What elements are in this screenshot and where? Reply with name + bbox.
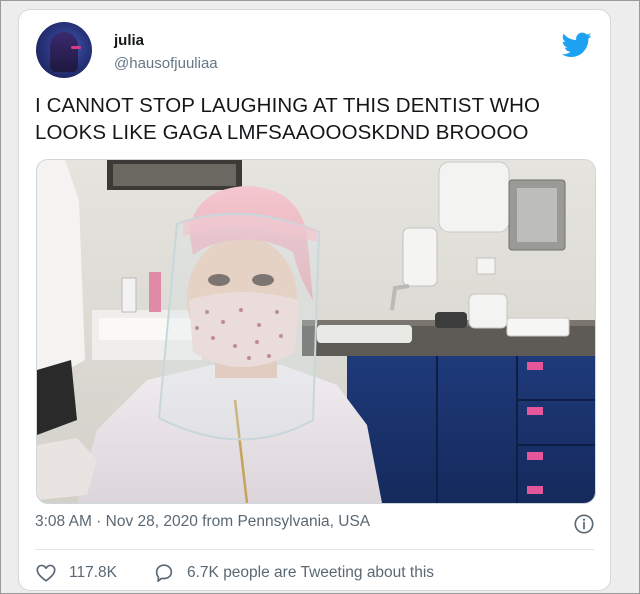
user-handle[interactable]: @hausofjuuliaa <box>114 55 218 72</box>
avatar[interactable] <box>36 22 92 78</box>
screenshot-frame: julia @hausofjuuliaa I CANNOT STOP LAUGH… <box>0 0 640 594</box>
avatar-figure <box>50 32 78 72</box>
like-button[interactable]: 117.8K <box>35 562 117 584</box>
tweeting-about-link[interactable]: 6.7K people are Tweeting about this <box>153 562 434 584</box>
divider <box>35 549 594 550</box>
tweet-actions: 117.8K 6.7K people are Tweeting about th… <box>35 560 594 586</box>
tweet-text: I CANNOT STOP LAUGHING AT THIS DENTIST W… <box>35 92 595 146</box>
tweet-text-line-1: I CANNOT STOP LAUGHING AT THIS DENTIST W… <box>35 94 541 117</box>
avatar-accent <box>71 46 81 49</box>
tweeting-about-text: 6.7K people are Tweeting about this <box>187 564 435 581</box>
speech-bubble-icon <box>155 564 173 583</box>
tweet-text-line-2: LOOKS LIKE GAGA LMFSAAOOOSKDND BROOOO <box>35 121 529 144</box>
info-icon[interactable] <box>573 513 595 535</box>
soap-dispenser <box>402 227 438 287</box>
tweet-header: julia @hausofjuuliaa <box>35 22 594 82</box>
dentist-photo <box>37 160 595 503</box>
tweet-timestamp-source[interactable]: 3:08 AM · Nov 28, 2020 from Pennsylvania… <box>35 513 370 531</box>
twitter-bird-icon[interactable] <box>562 32 592 58</box>
like-count: 117.8K <box>69 564 117 581</box>
face-shield <box>157 212 321 441</box>
tweet-card: julia @hausofjuuliaa I CANNOT STOP LAUGH… <box>18 9 611 591</box>
tweet-media[interactable] <box>36 159 596 504</box>
display-name[interactable]: julia <box>114 32 144 49</box>
towel-dispenser <box>438 161 510 233</box>
heart-icon <box>36 564 56 582</box>
blue-cabinets <box>347 356 595 503</box>
